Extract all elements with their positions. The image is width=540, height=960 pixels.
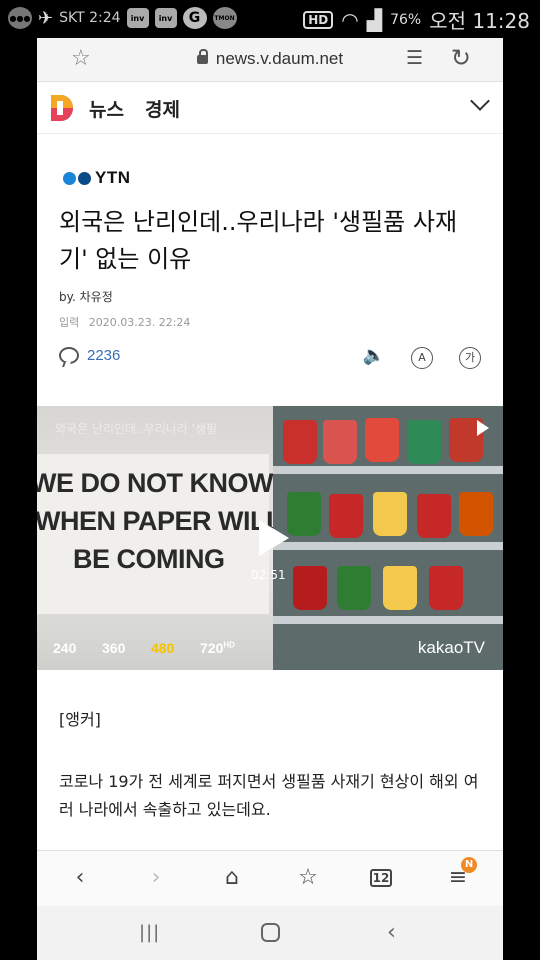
- source-name: YTN: [95, 168, 131, 187]
- article-headline: 외국은 난리인데..우리나라 '생필품 사재기' 없는 이유: [59, 208, 458, 273]
- cup-noodle: [417, 494, 451, 538]
- url-text: news.v.daum.net: [215, 49, 344, 68]
- system-nav-bar: ||| ‹: [37, 906, 503, 960]
- back-button-icon[interactable]: ‹: [387, 920, 396, 945]
- date-label: 입력: [59, 316, 80, 329]
- dateline: 입력 2020.03.23. 22:24: [59, 314, 190, 330]
- comment-icon[interactable]: [59, 347, 79, 364]
- article-tools: 2236 🔈 A 가: [37, 344, 503, 374]
- browser-window: ☆ news.v.daum.net ☰ ↻ 뉴스 경제 YTN 외국은 난리인데…: [37, 38, 503, 960]
- source-logo: YTN: [59, 168, 131, 188]
- status-left: ●●● ✈ SKT 2:24 inv inv G TMON: [8, 7, 237, 29]
- cup-noodle: [365, 418, 399, 462]
- hd-icon: HD: [303, 10, 334, 29]
- date-value: 2020.03.23. 22:24: [88, 316, 191, 329]
- video-player[interactable]: WE DO NOT KNOW WHEN PAPER WILL BE COMING: [37, 406, 503, 670]
- comment-count[interactable]: 2236: [87, 347, 120, 364]
- g-icon: G: [182, 7, 207, 29]
- recents-icon[interactable]: |||: [139, 922, 160, 943]
- nav-icon: ✈: [38, 7, 54, 29]
- browser-toolbar: ‹ › ⌂ ☆ 12 ≡ N: [37, 850, 503, 906]
- site-header: 뉴스 경제: [37, 82, 503, 134]
- cup-noodle: [283, 420, 317, 464]
- share-icon[interactable]: [477, 420, 489, 436]
- notification-badge: N: [461, 857, 477, 873]
- tmon-icon: TMON: [212, 7, 237, 29]
- quality-720[interactable]: 720HD: [200, 640, 235, 656]
- forward-icon[interactable]: ›: [143, 865, 169, 891]
- font-size-icon[interactable]: A: [411, 347, 433, 369]
- inv-icon: inv: [126, 8, 149, 28]
- inv-icon: inv: [154, 8, 177, 28]
- cup-noodle: [373, 492, 407, 536]
- lock-icon: [196, 49, 208, 64]
- cup-noodle: [407, 420, 441, 464]
- carrier-label: SKT 2:24: [59, 10, 121, 26]
- url-bar[interactable]: ☆ news.v.daum.net ☰ ↻: [37, 38, 503, 82]
- quality-240[interactable]: 240: [53, 640, 76, 656]
- cup-noodle: [329, 494, 363, 538]
- cup-noodle: [323, 420, 357, 464]
- video-frame-left: WE DO NOT KNOW WHEN PAPER WILL BE COMING: [37, 406, 282, 670]
- play-icon[interactable]: [259, 520, 289, 556]
- address-field[interactable]: news.v.daum.net: [37, 49, 503, 69]
- cup-noodle: [429, 566, 463, 610]
- translate-icon[interactable]: 가: [459, 347, 481, 369]
- site-category-label[interactable]: 경제: [145, 95, 180, 122]
- status-right: HD ◠ ▟ 76% 오전 11:28: [303, 5, 530, 34]
- status-bar: ●●● ✈ SKT 2:24 inv inv G TMON HD ◠ ▟ 76%…: [0, 0, 540, 38]
- clock: 오전 11:28: [429, 9, 530, 33]
- hd-suffix: HD: [223, 640, 235, 650]
- paper-sign: WE DO NOT KNOW WHEN PAPER WILL BE COMING: [37, 454, 282, 614]
- reload-icon[interactable]: ↻: [451, 44, 471, 72]
- cup-noodle: [293, 566, 327, 610]
- shelf: [273, 616, 503, 624]
- video-title: 외국은 난리인데..우리나라 '생필: [55, 422, 218, 436]
- byline: by. 차유정: [59, 290, 113, 304]
- chevron-down-icon[interactable]: [470, 91, 490, 111]
- kakaotv-logo: kakaoTV: [417, 638, 485, 657]
- sign-line: WE DO NOT KNOW: [37, 468, 273, 498]
- shelf: [273, 466, 503, 474]
- daum-logo-icon[interactable]: [49, 93, 75, 123]
- quality-720-value: 720: [200, 640, 224, 656]
- wifi-icon: ◠: [341, 7, 359, 32]
- home-button-icon[interactable]: [261, 923, 280, 942]
- ytn-dot-icon: [78, 171, 91, 185]
- video-frame-right: [273, 406, 503, 670]
- bookmark-icon[interactable]: ☆: [295, 865, 321, 891]
- cup-noodle: [459, 492, 493, 536]
- tabs-button[interactable]: 12: [370, 869, 392, 887]
- speaker-icon[interactable]: 🔈: [361, 344, 387, 370]
- quality-360[interactable]: 360: [102, 640, 125, 656]
- ytn-dot-icon: [63, 171, 76, 185]
- cup-noodle: [337, 566, 371, 610]
- home-icon[interactable]: ⌂: [219, 865, 245, 891]
- shelf: [273, 542, 503, 550]
- signal-icon: ▟: [366, 7, 383, 32]
- cup-noodle: [383, 566, 417, 610]
- site-news-label[interactable]: 뉴스: [89, 95, 124, 122]
- cup-noodle: [287, 492, 321, 536]
- reader-mode-icon[interactable]: ☰: [406, 47, 423, 69]
- paragraph: [앵커]: [59, 710, 101, 729]
- battery-level: 76%: [390, 11, 422, 28]
- video-duration: 02:51: [251, 568, 286, 582]
- sign-line: WHEN PAPER WILL: [37, 506, 282, 536]
- chat-icon: ●●●: [8, 7, 32, 29]
- back-icon[interactable]: ‹: [67, 865, 93, 891]
- paragraph: 코로나 19가 전 세계로 퍼지면서 생필품 사재기 현상이 해외 여러 나라에…: [59, 772, 479, 819]
- quality-480[interactable]: 480: [151, 640, 174, 656]
